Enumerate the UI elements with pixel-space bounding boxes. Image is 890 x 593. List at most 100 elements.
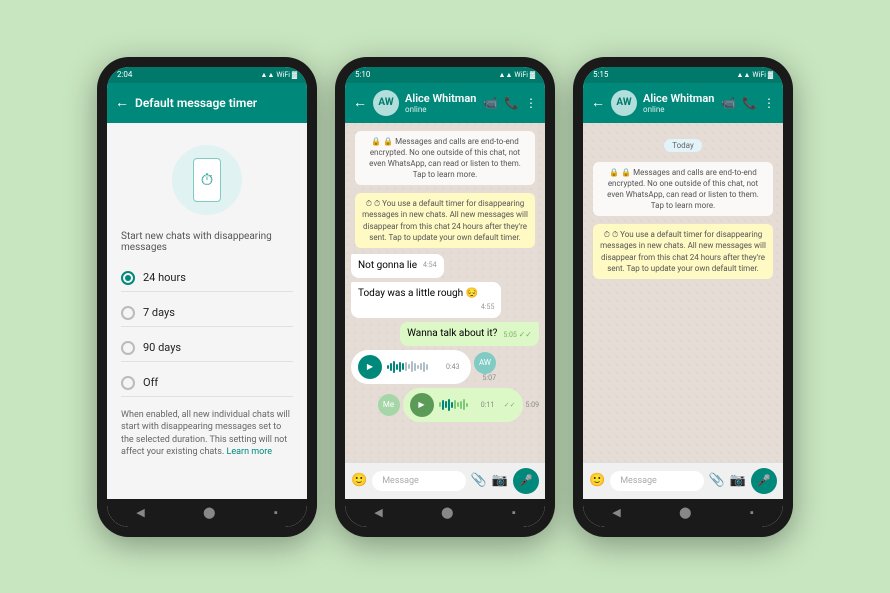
phone-3: 5:15 ▲▲ WiFi ▓ ← AW Alice Whitman online… bbox=[573, 57, 793, 537]
camera-btn-3[interactable]: 📷 bbox=[730, 473, 746, 488]
msg-1-time: 4:54 bbox=[423, 261, 437, 271]
encryption-text-2: 🔒 Messages and calls are end-to-end encr… bbox=[369, 137, 521, 180]
voice-avatar-2: Me bbox=[378, 394, 400, 416]
radio-dot-24h bbox=[125, 275, 131, 281]
status-bar-2: 5:10 ▲▲ WiFi ▓ bbox=[345, 67, 545, 83]
timer-text-3: ⏱ You use a default timer for disappeari… bbox=[600, 230, 766, 273]
message-input-3[interactable]: Message bbox=[610, 471, 703, 491]
wb bbox=[417, 365, 419, 369]
chat-messages-3: Today 🔒 🔒 Messages and calls are end-to-… bbox=[583, 123, 783, 462]
recents-nav-3[interactable]: ▪ bbox=[750, 506, 754, 519]
phone-icon-2[interactable]: 📞 bbox=[504, 96, 519, 110]
back-nav-2[interactable]: ◀ bbox=[374, 506, 382, 519]
wb bbox=[396, 364, 398, 370]
timer-illustration: ⏱ bbox=[121, 135, 293, 223]
msg-3: Wanna talk about it? 5:05 ✓✓ bbox=[400, 322, 539, 346]
time-1: 2:04 bbox=[117, 70, 132, 79]
home-nav-3[interactable]: ⬤ bbox=[679, 506, 691, 519]
home-nav-2[interactable]: ⬤ bbox=[441, 506, 453, 519]
timer-icon-2: ⏱ bbox=[366, 199, 372, 208]
lock-icon-3: 🔒 bbox=[609, 168, 619, 177]
settings-title: Default message timer bbox=[135, 96, 299, 110]
video-icon-2[interactable]: 📹 bbox=[483, 96, 498, 110]
time-2: 5:10 bbox=[355, 70, 370, 79]
back-nav-3[interactable]: ◀ bbox=[612, 506, 620, 519]
learn-more-link[interactable]: Learn more bbox=[227, 447, 273, 457]
radio-7d[interactable] bbox=[121, 306, 135, 320]
msg-2-time: 4:55 bbox=[481, 303, 495, 313]
settings-content: ⏱ Start new chats with disappearing mess… bbox=[107, 123, 307, 499]
top-bar-icons-2: 📹 📞 ⋮ bbox=[483, 96, 537, 110]
radio-off[interactable] bbox=[121, 376, 135, 390]
voice-2-ticks: ✓✓ bbox=[504, 401, 516, 409]
message-input-2[interactable]: Message bbox=[372, 471, 465, 491]
recents-nav-1[interactable]: ▪ bbox=[274, 506, 278, 519]
recents-nav-2[interactable]: ▪ bbox=[512, 506, 516, 519]
play-btn-2[interactable]: ▶ bbox=[410, 393, 434, 417]
option-24h[interactable]: 24 hours bbox=[121, 265, 293, 292]
option-7d[interactable]: 7 days bbox=[121, 300, 293, 327]
video-icon-3[interactable]: 📹 bbox=[721, 96, 736, 110]
wb bbox=[405, 362, 407, 371]
wb bbox=[451, 402, 453, 408]
wb bbox=[387, 365, 389, 369]
voice-msg-2-wrapper: Me ▶ bbox=[378, 388, 540, 422]
more-icon-2[interactable]: ⋮ bbox=[525, 96, 537, 110]
avatar-3: AW bbox=[611, 90, 637, 116]
emoji-btn-2[interactable]: 🙂 bbox=[351, 473, 367, 488]
mic-btn-2[interactable]: 🎤 bbox=[513, 468, 539, 494]
voice-1-total: 5:07 bbox=[483, 374, 497, 382]
status-icons-2: ▲▲ WiFi ▓ bbox=[499, 71, 535, 79]
msg-3-text: Wanna talk about it? bbox=[407, 328, 497, 339]
camera-btn-2[interactable]: 📷 bbox=[492, 473, 508, 488]
msg-2: Today was a little rough 😔 4:55 bbox=[351, 282, 501, 318]
settings-footer: When enabled, all new individual chats w… bbox=[121, 409, 293, 459]
back-nav-1[interactable]: ◀ bbox=[136, 506, 144, 519]
nav-bar-1: ◀ ⬤ ▪ bbox=[107, 499, 307, 527]
attachment-btn-2[interactable]: 📎 bbox=[471, 473, 487, 488]
play-btn-1[interactable]: ▶ bbox=[358, 355, 382, 379]
option-off[interactable]: Off bbox=[121, 370, 293, 397]
mic-btn-3[interactable]: 🎤 bbox=[751, 468, 777, 494]
battery-2: ▓ bbox=[530, 71, 535, 79]
chat-back-3[interactable]: ← bbox=[591, 94, 605, 111]
chat-input-bar-3: 🙂 Message 📎 📷 🎤 bbox=[583, 462, 783, 499]
phone-3-screen: 5:15 ▲▲ WiFi ▓ ← AW Alice Whitman online… bbox=[583, 67, 783, 527]
attachment-btn-3[interactable]: 📎 bbox=[709, 473, 725, 488]
wb bbox=[448, 399, 450, 411]
voice-msg-2: ▶ bbox=[403, 388, 523, 422]
label-24h: 24 hours bbox=[143, 271, 186, 284]
voice-duration-1: 0:43 bbox=[446, 363, 464, 371]
timer-icon: ⏱ bbox=[201, 170, 213, 190]
contact-info-2: Alice Whitman online bbox=[405, 92, 477, 114]
wifi-3: WiFi bbox=[752, 71, 765, 79]
wifi-icon: WiFi bbox=[276, 71, 289, 79]
chat-content-2: 🔒 🔒 Messages and calls are end-to-end en… bbox=[345, 123, 545, 499]
chat-messages-2: 🔒 🔒 Messages and calls are end-to-end en… bbox=[345, 123, 545, 462]
emoji-btn-3[interactable]: 🙂 bbox=[589, 473, 605, 488]
msg-1-text: Not gonna lie bbox=[358, 260, 417, 271]
time-3: 5:15 bbox=[593, 70, 608, 79]
status-icons-3: ▲▲ WiFi ▓ bbox=[737, 71, 773, 79]
chat-back-2[interactable]: ← bbox=[353, 94, 367, 111]
back-button[interactable]: ← bbox=[115, 94, 129, 111]
option-90d[interactable]: 90 days bbox=[121, 335, 293, 362]
wb bbox=[402, 363, 404, 370]
voice-1-meta: AW 5:07 bbox=[474, 352, 496, 382]
home-nav-1[interactable]: ⬤ bbox=[203, 506, 215, 519]
more-icon-3[interactable]: ⋮ bbox=[763, 96, 775, 110]
wifi-2: WiFi bbox=[514, 71, 527, 79]
settings-label: Start new chats with disappearing messag… bbox=[121, 231, 293, 253]
date-divider-3: Today bbox=[589, 133, 777, 152]
wb bbox=[390, 363, 392, 371]
contact-info-3: Alice Whitman online bbox=[643, 92, 715, 114]
radio-24h[interactable] bbox=[121, 271, 135, 285]
timer-text-2: ⏱ You use a default timer for disappeari… bbox=[362, 199, 528, 242]
phone-icon-3[interactable]: 📞 bbox=[742, 96, 757, 110]
contact-status-3: online bbox=[643, 105, 715, 114]
radio-90d[interactable] bbox=[121, 341, 135, 355]
wb bbox=[457, 402, 459, 407]
label-7d: 7 days bbox=[143, 306, 175, 319]
illustration-circle: ⏱ bbox=[172, 145, 242, 215]
top-bar-icons-3: 📹 📞 ⋮ bbox=[721, 96, 775, 110]
